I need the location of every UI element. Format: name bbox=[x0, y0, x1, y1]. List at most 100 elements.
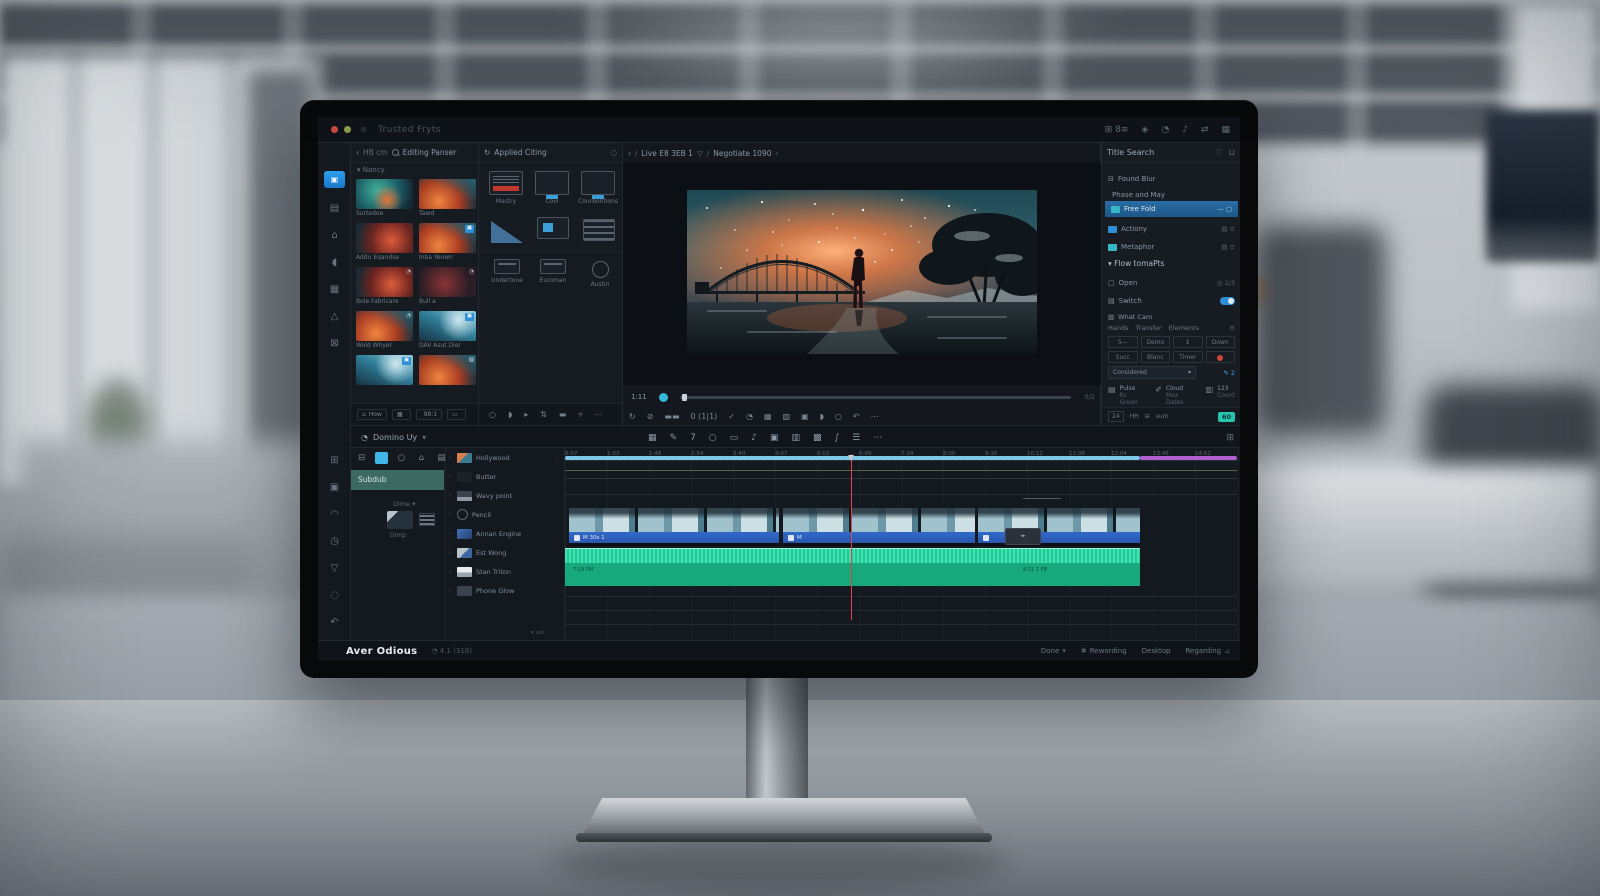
media-item[interactable]: ▣ Inba Yeown bbox=[419, 223, 476, 267]
inspector-row-selected[interactable]: Free Fold — ▢ bbox=[1105, 201, 1238, 217]
effect-item[interactable]: Euroman bbox=[531, 259, 575, 284]
select-tool-icon[interactable]: ⊟ bbox=[355, 452, 368, 464]
brush-tool-icon[interactable] bbox=[375, 452, 388, 464]
grid-icon[interactable]: ▥ bbox=[791, 433, 800, 443]
frame-rate-box[interactable]: 24 bbox=[1108, 411, 1124, 422]
forward-chevron-icon[interactable]: › bbox=[775, 149, 778, 158]
effect-item[interactable]: Covi bbox=[531, 171, 573, 205]
effect-item[interactable]: Undertone bbox=[485, 259, 529, 284]
video-preview-frame[interactable] bbox=[687, 190, 1037, 354]
inspector-row[interactable]: ▤ Switch bbox=[1102, 293, 1240, 309]
circle-icon[interactable]: ○ bbox=[835, 412, 842, 421]
media-footer-button[interactable]: 98:1 bbox=[416, 409, 442, 420]
caption-icon[interactable]: ▣ bbox=[801, 412, 809, 421]
effect-item[interactable] bbox=[533, 217, 573, 242]
minimize-window-button[interactable] bbox=[344, 126, 351, 133]
shuffle-icon[interactable]: ⇄ bbox=[1201, 125, 1209, 135]
tabs-more-icon[interactable]: ≡ bbox=[1230, 324, 1235, 332]
heart-icon[interactable]: ♡ bbox=[1216, 148, 1223, 157]
effect-item[interactable]: Mastry bbox=[485, 171, 527, 205]
media-item[interactable]: ◔ Bull a bbox=[419, 267, 476, 311]
effect-item[interactable]: Austin bbox=[581, 261, 619, 288]
insert-icon[interactable]: ▣ bbox=[770, 433, 779, 443]
inspector-row[interactable]: ▢ Open ◎ 2/3 bbox=[1102, 275, 1240, 291]
media-item[interactable]: ◔ Bole Fabricare bbox=[356, 267, 413, 311]
home-icon[interactable]: ⌂ bbox=[331, 230, 337, 241]
circle-icon[interactable]: ○ bbox=[709, 433, 717, 443]
media-item[interactable]: ▣ DAV Asut Dier bbox=[419, 311, 476, 355]
inspector-row[interactable]: Metaphor ▤ ≡ bbox=[1102, 239, 1240, 255]
status-action[interactable]: Regarding⊿ bbox=[1186, 647, 1231, 655]
frame-icon[interactable]: ▣ bbox=[330, 482, 339, 493]
timeline-tracks[interactable]: 0:071:031:482:543:404:075:026:097:148:00… bbox=[565, 448, 1240, 640]
hook-icon[interactable]: ∫ bbox=[834, 433, 839, 443]
calendar-icon[interactable]: ▦ bbox=[648, 433, 657, 443]
search-icon[interactable]: ◌ bbox=[330, 590, 339, 601]
razor-icon[interactable]: 7 bbox=[690, 433, 696, 443]
window-menu-icon[interactable] bbox=[361, 127, 366, 132]
scrubber-handle[interactable] bbox=[682, 394, 687, 401]
timeline-track-row[interactable]: › Est Wong bbox=[446, 543, 564, 562]
loop-icon[interactable]: ↻ bbox=[629, 412, 636, 421]
pip-icon[interactable]: ▧ bbox=[783, 412, 791, 421]
video-clip[interactable]: M bbox=[783, 508, 975, 546]
more-icon[interactable]: ⋯ bbox=[595, 410, 603, 419]
scrubber-track[interactable] bbox=[680, 396, 1071, 399]
video-clip[interactable] bbox=[978, 508, 1140, 546]
field[interactable]: Succ bbox=[1108, 351, 1138, 363]
inspector-subrow[interactable]: ▨ What Cam bbox=[1102, 309, 1240, 325]
filter-icon[interactable]: ▽ bbox=[331, 563, 339, 574]
media-footer-button[interactable]: ⌂How bbox=[357, 409, 387, 420]
close-window-button[interactable] bbox=[331, 126, 338, 133]
edit-count-label[interactable]: ✎ 2 bbox=[1223, 369, 1235, 377]
frame-counter-label[interactable]: 0 (1|1) bbox=[691, 412, 718, 421]
comment-icon[interactable]: ◗ bbox=[820, 412, 824, 421]
status-action[interactable]: ✱Rewording bbox=[1081, 647, 1127, 655]
more-dots-icon[interactable]: ⋮ bbox=[554, 454, 560, 461]
panel-icon[interactable]: ▦ bbox=[1221, 125, 1230, 135]
caret-down-icon[interactable]: ▿ bbox=[578, 410, 582, 419]
gallery-icon[interactable]: △ bbox=[331, 311, 339, 322]
tab-transfer[interactable]: Transfer bbox=[1136, 324, 1162, 332]
mountain-icon[interactable]: ◠ bbox=[330, 509, 339, 520]
dropdown[interactable]: Considered ▾ bbox=[1108, 366, 1196, 379]
media-icon[interactable]: ▤ bbox=[330, 203, 339, 214]
comment-icon[interactable]: ◗ bbox=[508, 410, 512, 419]
tab-elements[interactable]: Elements bbox=[1169, 324, 1199, 332]
stat-item[interactable]: ▥ 123 Count bbox=[1206, 385, 1235, 406]
lock-icon[interactable]: ⊠ bbox=[330, 338, 338, 349]
forward-icon[interactable]: ▸ bbox=[524, 410, 528, 419]
layout-grid-icon[interactable]: ⊞ 8≡ bbox=[1105, 125, 1129, 135]
selected-bin-item[interactable]: Subdub bbox=[351, 470, 444, 490]
dropdown-caret-icon[interactable]: ▽ bbox=[697, 149, 703, 158]
field[interactable]: Demo bbox=[1141, 336, 1171, 348]
timeline-track-row[interactable]: › Wavy point bbox=[446, 486, 564, 505]
audio-clip-track[interactable]: 7:19 PM 8:21 1 FB bbox=[565, 563, 1140, 586]
chat-icon[interactable]: ◖ bbox=[332, 257, 337, 268]
field[interactable]: £ bbox=[1173, 336, 1203, 348]
field[interactable]: Down bbox=[1206, 336, 1236, 348]
clock-icon[interactable]: ◷ bbox=[330, 536, 339, 547]
frame-minus-icon[interactable]: ⊟ bbox=[1145, 413, 1150, 420]
work-area-bar-extension[interactable] bbox=[1140, 456, 1237, 460]
pen-icon[interactable]: ✎ bbox=[670, 433, 678, 443]
more-icon[interactable]: ⋯ bbox=[871, 412, 879, 421]
media-item[interactable]: Addu Eqandse bbox=[356, 223, 413, 267]
timeline-track-row[interactable]: › Pencil bbox=[446, 505, 564, 524]
media-item[interactable]: Surtedoe bbox=[356, 179, 413, 223]
inspector-row[interactable]: Actiony ▤ ≡ bbox=[1102, 221, 1240, 237]
media-footer-button[interactable]: ▭ bbox=[447, 409, 466, 420]
panel-options-icon[interactable]: ⊞ bbox=[1226, 433, 1234, 443]
media-item[interactable]: ▨ bbox=[419, 355, 476, 399]
check-icon[interactable]: ✓ bbox=[728, 412, 735, 421]
video-clip[interactable]: M 30s 1 bbox=[569, 508, 779, 546]
app-logo-icon[interactable]: ▣ bbox=[324, 171, 345, 188]
diamond-icon[interactable]: ◈ bbox=[1141, 125, 1148, 135]
clock-icon[interactable]: ◔ bbox=[746, 412, 753, 421]
field[interactable]: Timer bbox=[1173, 351, 1203, 363]
toggle-switch[interactable] bbox=[1220, 297, 1235, 305]
hook-icon[interactable]: ↶ bbox=[330, 617, 338, 628]
transition-handle[interactable]: ◂▸ bbox=[1005, 528, 1041, 545]
stat-item[interactable]: ▤ Pulse Rc Green bbox=[1108, 385, 1145, 406]
timeline-track-row[interactable]: › Butter bbox=[446, 467, 564, 486]
